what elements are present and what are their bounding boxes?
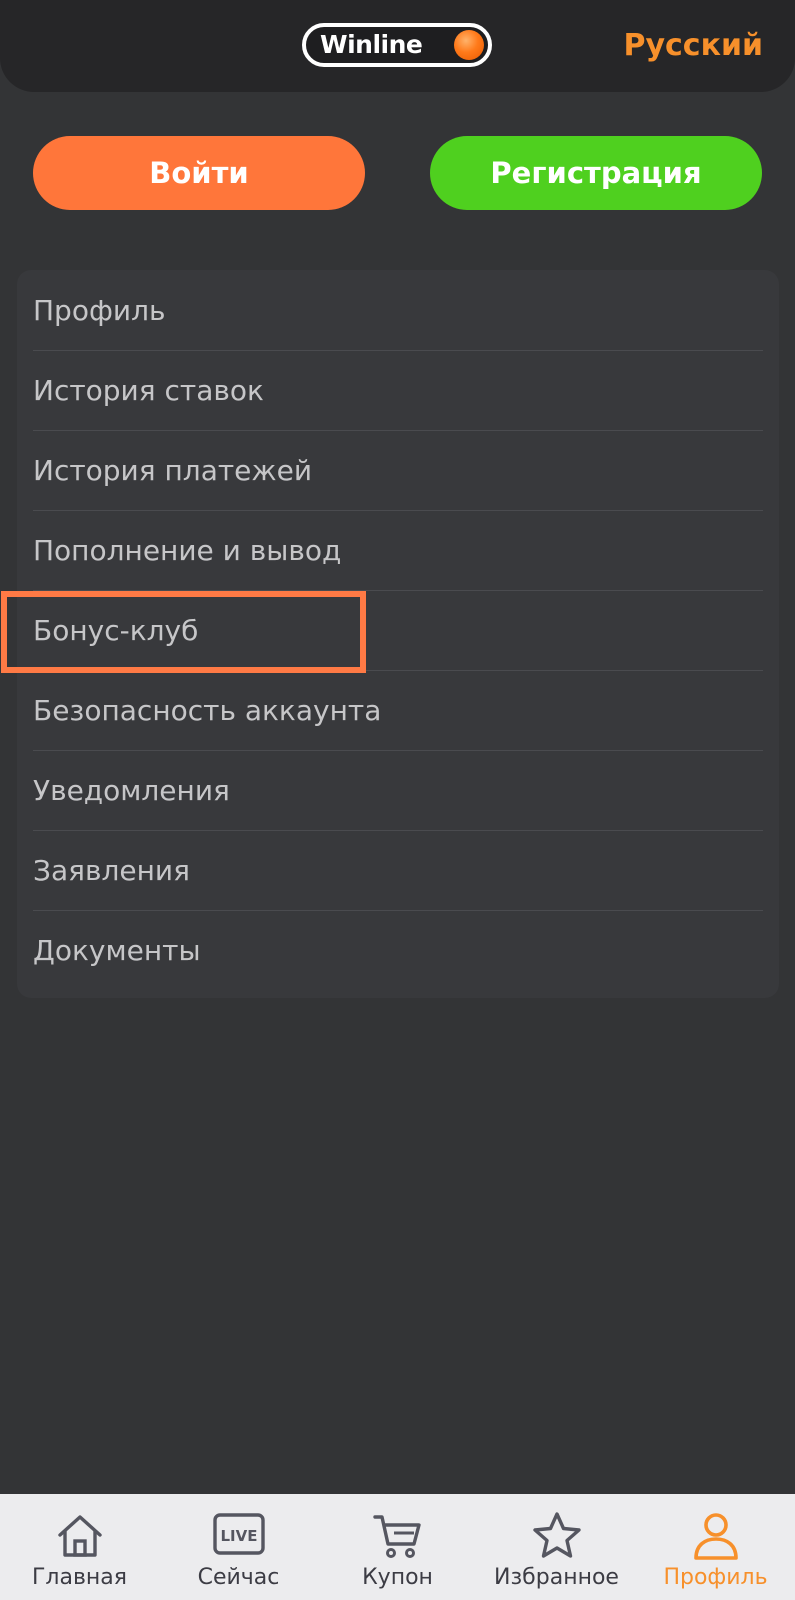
bottom-tab-bar: Главная LIVE Сейчас Купон Избранное Проф… [0, 1494, 795, 1600]
highlight-box [1, 591, 366, 673]
tab-favorites[interactable]: Избранное [477, 1494, 636, 1600]
home-icon [57, 1515, 102, 1557]
login-button[interactable]: Войти [33, 136, 365, 210]
menu-item-applications[interactable]: Заявления [33, 830, 763, 911]
star-icon [532, 1512, 581, 1558]
tab-coupon[interactable]: Купон [318, 1494, 477, 1600]
live-icon: LIVE [212, 1513, 265, 1555]
live-icon-text: LIVE [220, 1527, 257, 1545]
menu-item-documents[interactable]: Документы [33, 910, 763, 991]
cart-icon [372, 1515, 421, 1558]
tab-profile[interactable]: Профиль [636, 1494, 795, 1600]
winline-logo[interactable]: Winline [302, 23, 492, 67]
tab-live-label: Сейчас [197, 1565, 280, 1590]
register-button[interactable]: Регистрация [430, 136, 762, 210]
tab-home-label: Главная [31, 1565, 128, 1590]
top-header: Winline Русский [0, 0, 795, 92]
menu-item-profile[interactable]: Профиль [33, 270, 763, 351]
tab-coupon-label: Купон [362, 1565, 433, 1590]
menu-item-bet-history[interactable]: История ставок [33, 350, 763, 431]
tab-live[interactable]: LIVE Сейчас [159, 1494, 318, 1600]
language-selector[interactable]: Русский [623, 26, 763, 66]
menu-item-notifications[interactable]: Уведомления [33, 750, 763, 831]
menu-item-deposit-withdraw[interactable]: Пополнение и вывод [33, 510, 763, 591]
logo-text: Winline [320, 30, 423, 59]
menu-item-account-security[interactable]: Безопасность аккаунта [33, 670, 763, 751]
tab-home[interactable]: Главная [0, 1494, 159, 1600]
tab-profile-label: Профиль [663, 1565, 768, 1590]
menu-item-payment-history[interactable]: История платежей [33, 430, 763, 511]
user-icon [693, 1513, 738, 1560]
logo-ball-icon [454, 30, 484, 60]
tab-favorites-label: Избранное [494, 1565, 619, 1590]
